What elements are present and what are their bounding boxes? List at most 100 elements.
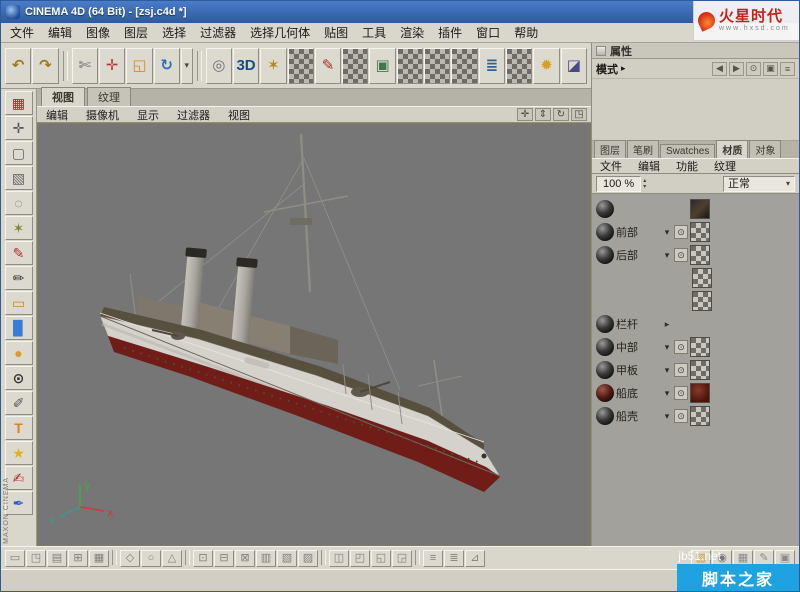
back-icon[interactable]: ◀ [712,61,727,76]
hatch-icon[interactable]: ▨ [298,549,318,567]
texture-thumbnail[interactable] [690,245,710,265]
wedge-icon[interactable]: ⊿ [465,549,485,567]
visibility-toggle-icon[interactable]: ⊙ [674,363,688,377]
bottom-tool-icon[interactable] [321,549,326,565]
menu-item[interactable]: 选择几何体 [243,22,317,43]
texture-channel-icon[interactable] [342,47,369,84]
stack-icon[interactable]: ≣ [444,549,464,567]
add-view-icon[interactable]: ⊞ [68,549,88,567]
menu-item[interactable]: 贴图 [317,22,355,43]
menu-item[interactable]: 编辑 [41,22,79,43]
panel-tab[interactable]: 材质 [716,140,749,158]
move-tool-icon[interactable]: ✛ [98,47,126,84]
expand-arrow-icon[interactable]: ▾ [662,227,672,238]
diag-icon[interactable]: ▧ [277,549,297,567]
expand-arrow-icon[interactable]: ▸ [662,319,672,330]
move-canvas-icon[interactable]: ✛ [4,116,33,140]
menu-item[interactable]: 插件 [431,22,469,43]
toolbar-icon[interactable] [62,50,68,81]
material-row[interactable]: 船壳 ▾ ⊙ [594,405,799,427]
paint-brush-icon[interactable]: ✎ [4,241,33,265]
menu-item[interactable]: 选择 [155,22,193,43]
mode-arrow-icon[interactable]: ▸ [621,63,626,74]
material-row[interactable] [594,290,799,312]
viewport-menu-item[interactable]: 视图 [219,106,259,124]
expand-arrow-icon[interactable]: ▾ [662,411,672,422]
viewport-menu-item[interactable]: 过滤器 [168,106,219,124]
fill-bucket-icon[interactable]: ▉ [4,316,33,340]
undo-icon[interactable]: ↶ [5,47,32,84]
cross-box-icon[interactable]: ⊠ [235,549,255,567]
material-sphere-icon[interactable] [596,407,614,425]
visibility-toggle-icon[interactable]: ⊙ [674,248,688,262]
texture-thumbnail[interactable] [690,337,710,357]
crop-icon[interactable]: ▢ [4,141,33,165]
light-icon[interactable]: ✹ [533,47,560,84]
viewport-canvas[interactable]: y x z [37,123,591,546]
split-view-icon[interactable]: ◫ [329,549,349,567]
menu-item[interactable]: 过滤器 [193,22,243,43]
material-row[interactable]: 前部 ▾ ⊙ [594,221,799,243]
attributes-header[interactable]: 属性 [592,43,799,59]
visibility-toggle-icon[interactable]: ⊙ [674,386,688,400]
bottom-tool-icon[interactable] [415,549,420,565]
projection-paint-icon[interactable] [287,47,314,84]
material-menu-item[interactable]: 编辑 [630,158,668,174]
viewport-tab[interactable]: 视图 [41,87,85,106]
menu-item[interactable]: 窗口 [469,22,507,43]
expand-arrow-icon[interactable]: ▾ [662,365,672,376]
material-row[interactable]: 栏杆 ▸ [594,313,799,335]
material-sphere-icon[interactable] [596,246,614,264]
texture-thumbnail[interactable] [690,383,710,403]
menu-item[interactable]: 帮助 [507,22,545,43]
quad-1-icon[interactable]: ◰ [350,549,370,567]
uv-checker-4-icon[interactable] [506,47,533,84]
texture-thumbnail[interactable] [690,222,710,242]
knife-tool-icon[interactable]: ✄ [71,47,98,84]
texture-thumbnail[interactable] [690,360,710,380]
text-tool-icon[interactable]: T [4,416,33,440]
material-row[interactable] [594,267,799,289]
pan-view-icon[interactable]: ✛ [517,108,533,121]
material-sphere-icon[interactable] [596,361,614,379]
menu-item[interactable]: 图像 [79,22,117,43]
uv-checker-1-icon[interactable] [396,47,424,84]
layout-icon[interactable]: ▤ [47,549,67,567]
texture-view-icon[interactable]: ▦ [89,549,109,567]
triangle-icon[interactable]: △ [162,549,182,567]
rotate-tool-icon[interactable]: ↻ [153,47,180,84]
title-bar[interactable]: CINEMA 4D (64 Bit) - [zsj.c4d *] [1,1,799,23]
zoom-view-icon[interactable]: ⇕ [535,108,551,121]
bottom-tool-icon[interactable] [112,549,117,565]
texture-thumbnail[interactable] [692,291,712,311]
panel-tab[interactable]: 笔刷 [627,140,659,158]
rows-icon[interactable]: ▥ [256,549,276,567]
expand-arrow-icon[interactable]: ▾ [662,250,672,261]
texture-thumbnail[interactable] [690,199,710,219]
material-menu-item[interactable]: 纹理 [706,158,744,174]
quad-3-icon[interactable]: ◲ [392,549,412,567]
material-sphere-icon[interactable] [596,315,614,333]
menu-item[interactable]: 工具 [355,22,393,43]
panel-tab[interactable]: 图层 [594,140,626,158]
bottom-tool-icon[interactable] [185,549,190,565]
material-row[interactable]: 中部 ▾ ⊙ [594,336,799,358]
eraser-icon[interactable]: ▭ [4,291,33,315]
toolbar-icon[interactable] [196,50,202,81]
material-sphere-icon[interactable] [596,223,614,241]
minus-box-icon[interactable]: ⊟ [214,549,234,567]
uv-graph-icon[interactable]: ≣ [478,47,506,84]
zoom-stepper[interactable]: ▴ ▾ [643,178,646,190]
rotate-view-icon[interactable]: ↻ [553,108,569,121]
magic-wand-icon[interactable]: ✶ [4,216,33,240]
expand-arrow-icon[interactable]: ▾ [662,342,672,353]
texture-thumbnail[interactable] [692,268,712,288]
material-sphere-icon[interactable] [596,200,614,218]
panel-tab[interactable]: 对象 [749,140,782,158]
quad-2-icon[interactable]: ◱ [371,549,391,567]
axis-mode-icon[interactable]: ◎ [205,47,232,84]
menu-item[interactable]: 渲染 [393,22,431,43]
menu-item[interactable]: 图层 [117,22,155,43]
viewport-menu-item[interactable]: 显示 [128,106,168,124]
eyedropper-icon[interactable]: ✐ [4,391,33,415]
